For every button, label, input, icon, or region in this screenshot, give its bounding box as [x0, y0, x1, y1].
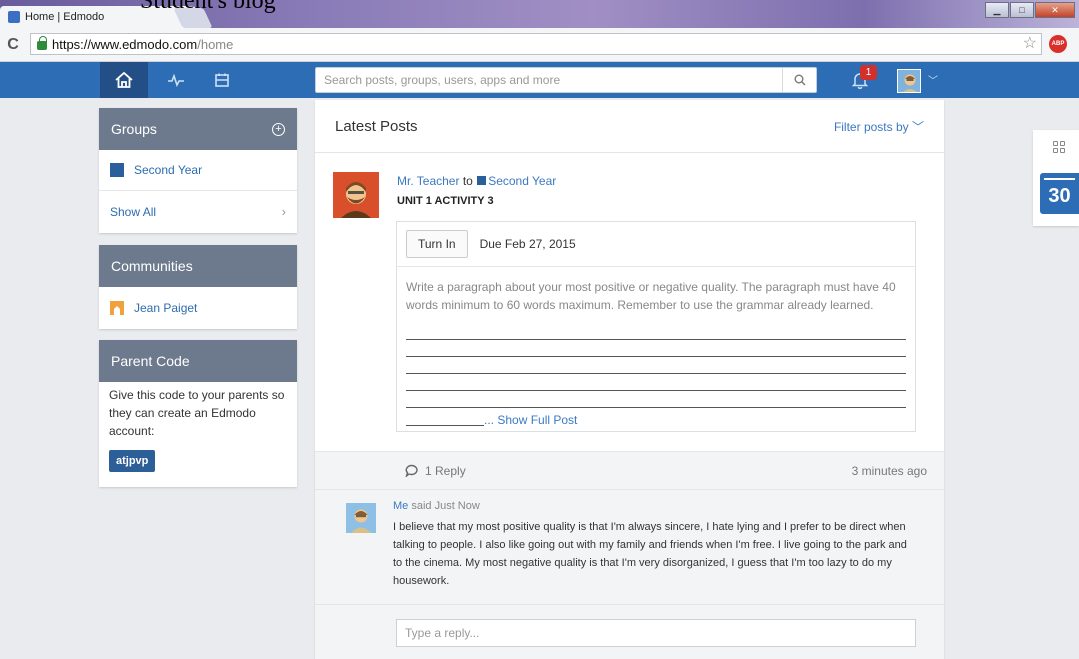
show-all-label: Show All — [110, 204, 157, 219]
due-date: Due Feb 27, 2015 — [479, 237, 576, 251]
sidebar-item-second-year[interactable]: Second Year — [99, 150, 297, 191]
communities-header: Communities — [99, 245, 297, 287]
home-icon — [115, 71, 133, 88]
parent-code-card: Parent Code Give this code to your paren… — [99, 340, 297, 487]
home-button[interactable] — [100, 62, 148, 98]
show-full-post-link[interactable]: ... Show Full Post — [484, 413, 577, 427]
reply-avatar[interactable] — [346, 503, 376, 533]
post-to-word: to — [462, 174, 473, 188]
apps-grid-icon[interactable] — [1053, 141, 1065, 153]
address-bar: C https://www.edmodo.com/home ☆ ABP — [0, 28, 1079, 62]
reply: Me said Just Now I believe that my most … — [315, 489, 944, 604]
comment-icon — [405, 464, 418, 477]
parent-code-value: atjpvp — [109, 450, 156, 472]
assignment-actions: Turn In Due Feb 27, 2015 — [397, 222, 915, 267]
group-color-icon — [477, 176, 487, 185]
search-button[interactable] — [782, 68, 816, 92]
answer-line — [406, 357, 906, 374]
teacher-avatar-icon — [341, 182, 371, 218]
apps-widget: 30 — [1033, 130, 1079, 226]
top-nav: 1 ﹀ — [0, 62, 1079, 98]
calendar-icon[interactable]: 30 — [1040, 173, 1079, 214]
sidebar-item-label: Jean Paiget — [134, 300, 198, 315]
search-icon — [794, 74, 805, 86]
turn-in-button[interactable]: Turn In — [406, 230, 468, 258]
avatar-icon — [903, 74, 917, 92]
post-group-link[interactable]: Second Year — [488, 174, 556, 188]
assignment-text: Write a paragraph about your most positi… — [406, 280, 896, 312]
add-group-icon[interactable]: + — [272, 122, 285, 136]
posts-feed: Latest Posts Filter posts by ﹀ Mr. Teach… — [315, 100, 944, 659]
reply-count-label: 1 Reply — [425, 463, 466, 478]
search-box — [315, 67, 817, 93]
student-avatar-icon — [351, 509, 371, 533]
reply-composer — [315, 604, 944, 659]
teacher-avatar[interactable] — [333, 172, 379, 218]
planner-icon — [215, 73, 229, 87]
account-menu-chevron-icon[interactable]: ﹀ — [928, 72, 938, 87]
post-title: UNIT 1 ACTIVITY 3 — [397, 195, 494, 207]
show-full-row: ... Show Full Post — [406, 411, 906, 429]
filter-posts-dropdown[interactable]: Filter posts by ﹀ — [834, 118, 924, 135]
planner-button[interactable] — [204, 62, 240, 98]
post: Mr. Teacher to Second Year UNIT 1 ACTIVI… — [315, 153, 944, 451]
sidebar-item-label: Second Year — [134, 163, 203, 177]
reply-text: I believe that my most positive quality … — [393, 521, 907, 587]
page-title: Latest Posts — [335, 117, 418, 135]
minimize-button[interactable]: ▁ — [985, 2, 1009, 18]
assignment-card: Turn In Due Feb 27, 2015 Write a paragra… — [396, 221, 916, 432]
url-path: /home — [197, 36, 234, 52]
reply-author-link[interactable]: Me — [393, 500, 408, 512]
window-controls: ▁ □ ✕ — [984, 2, 1075, 18]
assignment-body: Write a paragraph about your most positi… — [397, 267, 915, 429]
communities-card: Communities Jean Paiget — [99, 245, 297, 329]
filter-label: Filter posts by — [833, 119, 909, 134]
parent-code-header: Parent Code — [99, 340, 297, 382]
groups-card: Groups + Second Year Show All › — [99, 108, 297, 233]
answer-line — [406, 425, 484, 426]
search-input[interactable] — [316, 73, 782, 87]
lock-icon — [37, 36, 47, 50]
feed-header: Latest Posts Filter posts by ﹀ — [315, 100, 944, 153]
edmodo-favicon-icon — [8, 11, 20, 23]
groups-header: Groups + — [99, 108, 297, 150]
post-author-link[interactable]: Mr. Teacher — [397, 174, 459, 188]
close-window-button[interactable]: ✕ — [1035, 2, 1075, 18]
answer-line — [406, 323, 906, 340]
url-host: https://www.edmodo.com — [52, 36, 198, 52]
answer-line — [406, 374, 906, 391]
user-avatar[interactable] — [897, 69, 921, 93]
community-icon — [110, 300, 124, 315]
answer-lines — [406, 323, 906, 408]
parent-code-description: Give this code to your parents so they c… — [109, 388, 285, 438]
adblock-icon[interactable]: ABP — [1049, 35, 1067, 53]
answer-line — [406, 391, 906, 408]
reply-time: said Just Now — [411, 500, 480, 512]
groups-title: Groups — [111, 121, 157, 137]
group-color-icon — [110, 163, 124, 177]
reply-input[interactable] — [396, 619, 916, 647]
activity-button[interactable] — [158, 62, 194, 98]
maximize-button[interactable]: □ — [1010, 2, 1034, 18]
overlay-caption: Student's blog — [140, 0, 276, 14]
sidebar-item-jean-paiget[interactable]: Jean Paiget — [99, 287, 297, 328]
notification-badge: 1 — [860, 65, 877, 80]
reply-meta: Me said Just Now — [393, 500, 480, 512]
chevron-down-icon: ﹀ — [911, 119, 924, 134]
parent-code-title: Parent Code — [111, 353, 190, 369]
bookmark-star-icon[interactable]: ☆ — [1023, 33, 1037, 53]
post-timestamp: 3 minutes ago — [851, 463, 927, 478]
communities-title: Communities — [111, 258, 193, 274]
show-all-groups-link[interactable]: Show All › — [99, 191, 297, 232]
answer-line — [406, 340, 906, 357]
building-icon — [114, 305, 120, 315]
post-meta: Mr. Teacher to Second Year — [397, 174, 556, 188]
activity-icon — [168, 73, 184, 87]
reply-count[interactable]: 1 Reply — [405, 464, 466, 478]
chevron-right-icon: › — [281, 204, 286, 219]
reload-icon[interactable]: C — [0, 36, 26, 54]
url-field[interactable]: https://www.edmodo.com/home — [30, 33, 1042, 55]
post-footer: 1 Reply 3 minutes ago — [315, 451, 944, 489]
